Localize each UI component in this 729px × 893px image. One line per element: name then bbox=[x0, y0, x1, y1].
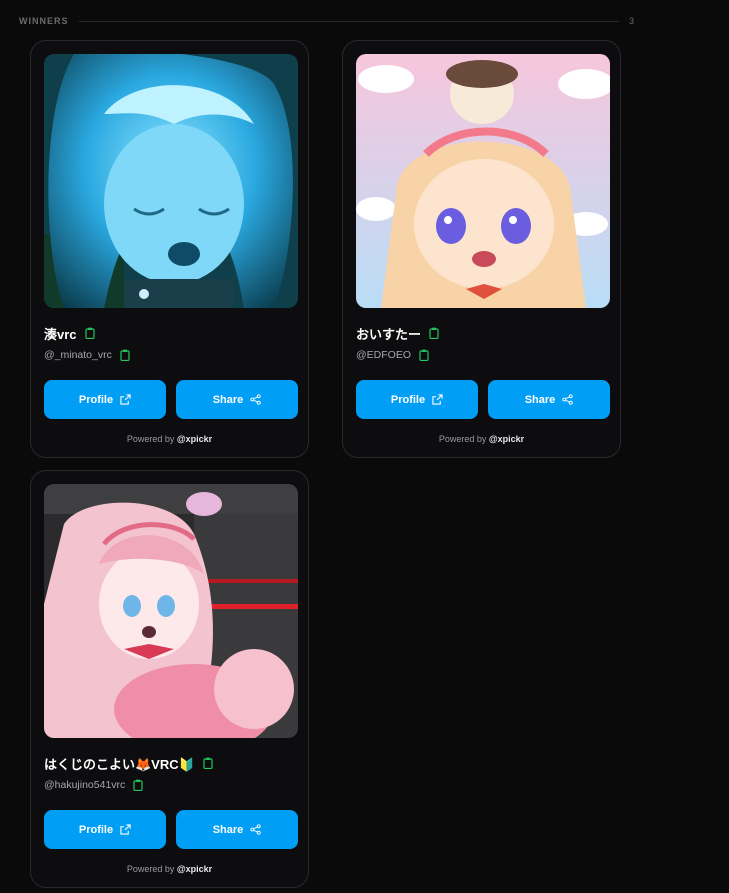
powered-by: Powered by @xpickr bbox=[343, 434, 620, 444]
winner-name: おいすたー bbox=[356, 326, 422, 342]
winner-handle: @hakujino541vrc bbox=[44, 779, 126, 791]
winner-avatar-image bbox=[356, 54, 610, 308]
powered-prefix: Powered by bbox=[126, 434, 177, 444]
profile-button-label: Profile bbox=[78, 823, 114, 836]
share-button[interactable]: Share bbox=[488, 380, 610, 419]
clipboard-icon[interactable] bbox=[133, 779, 143, 791]
clipboard-icon[interactable] bbox=[203, 757, 213, 769]
powered-prefix: Powered by bbox=[438, 434, 489, 444]
external-link-icon bbox=[120, 824, 131, 835]
powered-brand-link[interactable]: @xpickr bbox=[177, 434, 212, 444]
share-button-label: Share bbox=[212, 393, 244, 406]
share-button[interactable]: Share bbox=[176, 810, 298, 849]
winner-handle: @EDFOEO bbox=[356, 349, 411, 361]
winner-card: はくじのこよい🦊VRC🔰 @hakujino541vrc Profile Sha… bbox=[30, 470, 309, 888]
clipboard-icon[interactable] bbox=[429, 327, 439, 339]
winner-avatar-image bbox=[44, 54, 298, 308]
section-title: WINNERS bbox=[19, 16, 69, 26]
winner-handle: @_minato_vrc bbox=[44, 349, 112, 361]
powered-by: Powered by @xpickr bbox=[31, 864, 308, 874]
clipboard-icon[interactable] bbox=[419, 349, 429, 361]
winners-header: WINNERS 3 bbox=[19, 14, 634, 28]
share-icon bbox=[250, 394, 261, 405]
powered-prefix: Powered by bbox=[126, 864, 177, 874]
winner-card: おいすたー @EDFOEO Profile Share Powered by @… bbox=[342, 40, 621, 458]
external-link-icon bbox=[120, 394, 131, 405]
share-button-label: Share bbox=[212, 823, 244, 836]
profile-button[interactable]: Profile bbox=[44, 810, 166, 849]
winner-avatar-image bbox=[44, 484, 298, 738]
share-button[interactable]: Share bbox=[176, 380, 298, 419]
clipboard-icon[interactable] bbox=[84, 327, 95, 339]
powered-by: Powered by @xpickr bbox=[31, 434, 308, 444]
winner-count: 3 bbox=[628, 16, 634, 26]
profile-button-label: Profile bbox=[78, 393, 114, 406]
profile-button[interactable]: Profile bbox=[44, 380, 166, 419]
winner-card: 湊vrc @_minato_vrc Profile Share Powered … bbox=[30, 40, 309, 458]
powered-brand-link[interactable]: @xpickr bbox=[177, 864, 212, 874]
profile-button-label: Profile bbox=[390, 393, 426, 406]
share-icon bbox=[562, 394, 573, 405]
winner-name: 湊vrc bbox=[44, 326, 77, 342]
winner-name: はくじのこよい🦊VRC🔰 bbox=[44, 756, 195, 772]
clipboard-icon[interactable] bbox=[120, 349, 130, 361]
external-link-icon bbox=[432, 394, 443, 405]
section-divider bbox=[78, 20, 619, 22]
share-button-label: Share bbox=[524, 393, 556, 406]
powered-brand-link[interactable]: @xpickr bbox=[489, 434, 524, 444]
profile-button[interactable]: Profile bbox=[356, 380, 478, 419]
share-icon bbox=[250, 824, 261, 835]
